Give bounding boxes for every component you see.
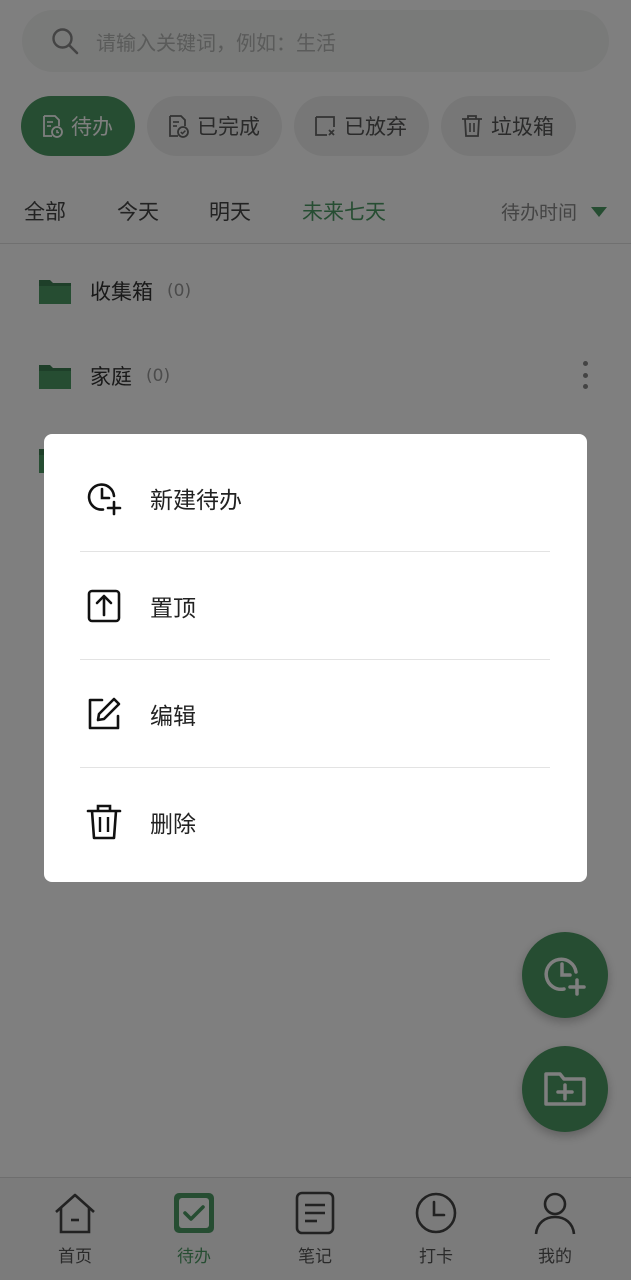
menu-new-todo[interactable]: 新建待办 [80,444,550,552]
menu-delete[interactable]: 删除 [80,768,550,876]
menu-edit[interactable]: 编辑 [80,660,550,768]
clock-plus-icon [87,482,122,515]
menu-delete-label: 删除 [150,812,196,838]
trash-icon [86,804,122,840]
folder-context-menu: 新建待办 置顶 编辑 删除 [44,434,587,882]
pin-top-icon [87,589,121,622]
menu-new-todo-label: 新建待办 [150,487,242,514]
edit-icon [88,697,121,729]
menu-pin-top[interactable]: 置顶 [80,552,550,660]
menu-pin-top-label: 置顶 [150,595,196,622]
menu-edit-label: 编辑 [150,703,196,730]
